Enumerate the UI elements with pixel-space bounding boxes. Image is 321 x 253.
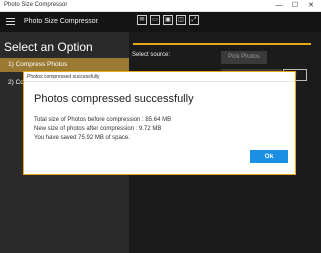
pick-photos-button[interactable]: Pick Photos bbox=[221, 51, 267, 64]
maximize-button[interactable]: ☐ bbox=[288, 0, 302, 12]
mail-icon[interactable]: ✉ bbox=[137, 15, 147, 25]
nav-heading: Select an Option bbox=[4, 40, 93, 54]
nav-item-compress-photos[interactable]: 1) Compress Photos bbox=[0, 58, 129, 72]
success-dialog: Photos compressed successfully Photos co… bbox=[23, 71, 296, 175]
select-source-label: Select source: bbox=[132, 52, 171, 58]
hamburger-line bbox=[6, 18, 15, 19]
dialog-titlebar: Photos compressed successfully bbox=[24, 72, 295, 82]
window-title: Photo Size Compressor bbox=[4, 2, 68, 8]
app-header: Photo Size Compressor ✉ ▭ ▣ ◫ ⤢ bbox=[0, 12, 321, 32]
space-saved-text: You have saved 75.92 MB of space. bbox=[34, 135, 130, 141]
hamburger-line bbox=[6, 24, 15, 25]
minimize-button[interactable]: — bbox=[272, 0, 286, 12]
app-window: Photo Size Compressor — ☐ ✕ Photo Size C… bbox=[0, 0, 321, 253]
dialog-heading: Photos compressed successfully bbox=[34, 93, 194, 105]
accent-divider bbox=[133, 43, 311, 45]
image-icon[interactable]: ◫ bbox=[176, 15, 186, 25]
chat-icon[interactable]: ▭ bbox=[150, 15, 160, 25]
expand-icon[interactable]: ⤢ bbox=[189, 15, 199, 25]
ok-button[interactable]: Ok bbox=[250, 150, 288, 163]
window-titlebar: Photo Size Compressor — ☐ ✕ bbox=[0, 0, 321, 12]
hamburger-line bbox=[6, 21, 15, 22]
size-before-text: Total size of Photos before compression … bbox=[34, 117, 172, 123]
photo-icon[interactable]: ▣ bbox=[163, 15, 173, 25]
dialog-window-title: Photos compressed successfully bbox=[27, 74, 100, 80]
app-title: Photo Size Compressor bbox=[24, 18, 98, 25]
size-after-text: New size of photos after compression : 9… bbox=[34, 126, 162, 132]
hamburger-menu-icon[interactable] bbox=[6, 18, 15, 26]
close-button[interactable]: ✕ bbox=[304, 0, 318, 12]
